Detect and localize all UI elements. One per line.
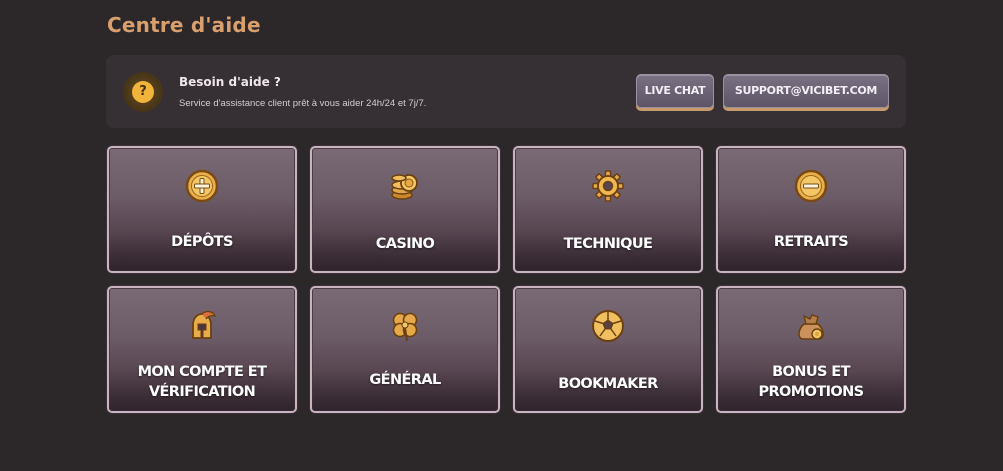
category-label: BONUS ET PROMOTIONS — [758, 364, 864, 400]
category-card-casino[interactable]: CASINO — [310, 146, 500, 273]
money-bag-icon — [798, 314, 824, 340]
category-card-retraits[interactable]: RETRAITS — [716, 146, 906, 273]
helmet-icon — [192, 310, 217, 339]
category-card-bonus[interactable]: BONUS ET PROMOTIONS — [716, 286, 906, 413]
chips-icon — [391, 174, 418, 200]
category-card-depots[interactable]: DÉPÔTS — [107, 146, 297, 273]
help-title: Besoin d'aide ? — [179, 75, 281, 89]
question-icon: ? — [132, 81, 154, 103]
category-label: BOOKMAKER — [558, 376, 658, 392]
gear-icon — [592, 170, 624, 202]
category-label: GÉNÉRAL — [369, 372, 441, 388]
help-icon-badge: ? — [123, 72, 163, 112]
category-label: MON COMPTE ET VÉRIFICATION — [137, 364, 267, 400]
plus-icon — [185, 169, 219, 203]
category-card-general[interactable]: GÉNÉRAL — [310, 286, 500, 413]
category-label: DÉPÔTS — [171, 234, 233, 250]
live-chat-button[interactable]: LIVE CHAT — [636, 74, 714, 108]
minus-icon — [794, 169, 828, 203]
category-label: RETRAITS — [773, 234, 849, 250]
category-card-bookmaker[interactable]: BOOKMAKER — [513, 286, 703, 413]
clover-icon — [392, 312, 418, 342]
help-subtitle: Service d'assistance client prêt à vous … — [179, 98, 427, 109]
football-icon — [592, 310, 624, 342]
category-label: CASINO — [375, 236, 435, 252]
category-label: TECHNIQUE — [563, 236, 653, 252]
category-card-mon-compte[interactable]: MON COMPTE ET VÉRIFICATION — [107, 286, 297, 413]
page-title: Centre d'aide — [107, 13, 261, 37]
help-banner: ? Besoin d'aide ? Service d'assistance c… — [106, 55, 906, 128]
category-card-technique[interactable]: TECHNIQUE — [513, 146, 703, 273]
support-email-button[interactable]: SUPPORT@VICIBET.COM — [723, 74, 889, 108]
